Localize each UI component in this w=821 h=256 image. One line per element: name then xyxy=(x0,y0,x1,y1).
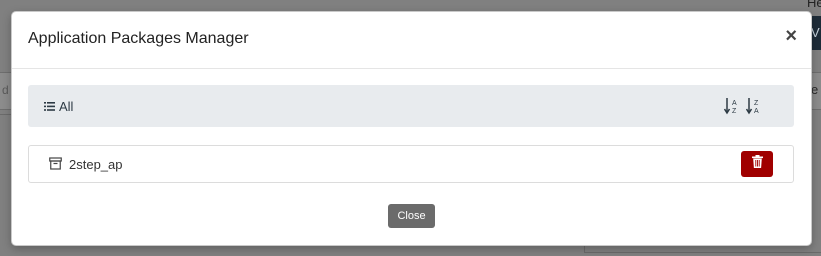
modal-footer: Close xyxy=(12,204,811,228)
sort-alpha-asc-icon[interactable]: A Z xyxy=(723,97,740,115)
close-button[interactable]: Close xyxy=(388,204,435,228)
modal-header: Application Packages Manager × xyxy=(12,12,811,69)
svg-text:A: A xyxy=(732,100,737,107)
packages-manager-modal: Application Packages Manager × All A Z Z… xyxy=(11,11,812,246)
bg-divider xyxy=(0,114,11,115)
package-row[interactable]: 2step_ap xyxy=(28,145,794,183)
svg-text:A: A xyxy=(754,108,759,115)
svg-text:Z: Z xyxy=(754,100,759,107)
package-name: 2step_ap xyxy=(69,157,123,172)
modal-title: Application Packages Manager xyxy=(28,30,249,47)
filter-all-label: All xyxy=(59,99,74,114)
svg-text:Z: Z xyxy=(732,108,737,115)
bg-header-text: He xyxy=(807,0,821,10)
archive-icon xyxy=(49,157,63,171)
sort-alpha-desc-icon[interactable]: Z A xyxy=(745,97,762,115)
list-icon xyxy=(44,99,55,114)
filter-toolbar: All A Z Z A xyxy=(28,85,794,127)
trash-icon xyxy=(751,155,763,173)
close-x-button[interactable]: × xyxy=(785,26,797,46)
delete-package-button[interactable] xyxy=(741,151,773,177)
filter-all-button[interactable]: All xyxy=(44,99,73,114)
sort-controls: A Z Z A xyxy=(723,97,762,115)
